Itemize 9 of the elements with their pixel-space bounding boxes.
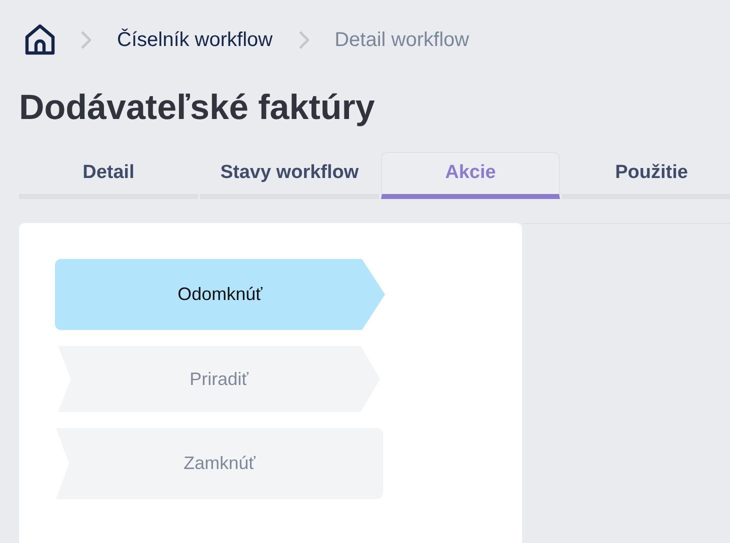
page-title: Dodávateľské faktúry — [19, 87, 376, 129]
breadcrumb-current: Detail workflow — [334, 28, 470, 53]
chevron-icon — [81, 31, 91, 49]
action-step[interactable]: Odomknúť — [55, 259, 385, 330]
chevron-icon — [298, 31, 309, 49]
tab[interactable]: Detail — [19, 152, 198, 199]
breadcrumb-link[interactable]: Číselník workflow — [117, 25, 273, 55]
home-icon[interactable] — [25, 24, 55, 56]
tab[interactable]: Použitie — [562, 152, 730, 199]
